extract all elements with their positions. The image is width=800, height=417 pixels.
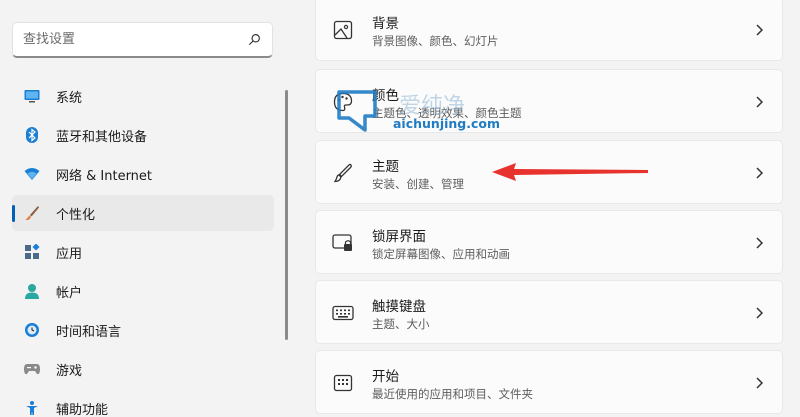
nav-item-label: 时间和语言 bbox=[56, 324, 122, 340]
search-input[interactable] bbox=[23, 32, 246, 47]
card-title: 锁屏界面 bbox=[372, 229, 426, 245]
chevron-right-icon bbox=[756, 377, 764, 389]
card-description: 主题、大小 bbox=[372, 317, 430, 331]
search-icon[interactable] bbox=[246, 32, 262, 48]
start-menu-icon bbox=[332, 372, 354, 394]
card-lock-screen[interactable]: 锁屏界面 锁定屏幕图像、应用和动画 bbox=[315, 210, 783, 274]
bluetooth-icon bbox=[24, 127, 40, 143]
monitor-icon bbox=[24, 88, 40, 104]
nav-item-system[interactable]: 系统 bbox=[12, 78, 274, 114]
nav-item-personalization[interactable]: 个性化 bbox=[12, 195, 274, 231]
account-icon bbox=[24, 283, 40, 299]
nav-item-accessibility[interactable]: 辅助功能 bbox=[12, 390, 274, 417]
nav-item-apps[interactable]: 应用 bbox=[12, 234, 274, 270]
nav-item-accounts[interactable]: 帐户 bbox=[12, 273, 274, 309]
card-touch-keyboard[interactable]: 触摸键盘 主题、大小 bbox=[315, 280, 783, 344]
keyboard-icon bbox=[332, 302, 354, 324]
nav-item-label: 网络 & Internet bbox=[56, 168, 153, 184]
nav-item-label: 游戏 bbox=[56, 363, 83, 379]
accessibility-icon bbox=[24, 400, 40, 416]
card-title: 开始 bbox=[372, 369, 399, 385]
card-title: 主题 bbox=[372, 159, 399, 175]
wifi-icon bbox=[24, 166, 40, 182]
chevron-right-icon bbox=[756, 237, 764, 249]
nav-item-label: 蓝牙和其他设备 bbox=[56, 129, 148, 145]
nav-item-label: 帐户 bbox=[56, 285, 83, 301]
card-description: 安装、创建、管理 bbox=[372, 177, 464, 191]
nav-item-bluetooth[interactable]: 蓝牙和其他设备 bbox=[12, 117, 274, 153]
annotation-arrow bbox=[492, 163, 648, 181]
selection-indicator bbox=[12, 205, 15, 222]
card-description: 背景图像、颜色、幻灯片 bbox=[372, 34, 499, 48]
chevron-right-icon bbox=[756, 96, 764, 108]
nav-item-label: 辅助功能 bbox=[56, 402, 109, 417]
gamepad-icon bbox=[24, 361, 40, 377]
lock-screen-icon bbox=[332, 232, 354, 254]
nav-item-time-language[interactable]: 时间和语言 bbox=[12, 312, 274, 348]
globe-clock-icon bbox=[24, 322, 40, 338]
card-title: 触摸键盘 bbox=[372, 299, 426, 315]
card-background[interactable]: 背景 背景图像、颜色、幻灯片 bbox=[315, 0, 783, 61]
nav-scrollbar[interactable] bbox=[285, 90, 288, 340]
nav-item-gaming[interactable]: 游戏 bbox=[12, 351, 274, 387]
palette-icon bbox=[332, 91, 354, 113]
card-description: 锁定屏幕图像、应用和动画 bbox=[372, 247, 510, 261]
card-title: 背景 bbox=[372, 16, 399, 32]
card-colors[interactable]: 颜色 主题色、透明效果、颜色主题 bbox=[315, 69, 783, 133]
chevron-right-icon bbox=[756, 24, 764, 36]
brush-icon bbox=[332, 162, 354, 184]
chevron-right-icon bbox=[756, 307, 764, 319]
card-start[interactable]: 开始 最近使用的应用和项目、文件夹 bbox=[315, 350, 783, 414]
card-title: 颜色 bbox=[372, 88, 399, 104]
search-box[interactable] bbox=[12, 22, 273, 58]
nav-item-label: 应用 bbox=[56, 246, 83, 262]
card-description: 最近使用的应用和项目、文件夹 bbox=[372, 387, 533, 401]
chevron-right-icon bbox=[756, 167, 764, 179]
image-icon bbox=[332, 19, 354, 41]
card-description: 主题色、透明效果、颜色主题 bbox=[372, 106, 522, 120]
nav-item-network[interactable]: 网络 & Internet bbox=[12, 156, 274, 192]
nav-item-label: 系统 bbox=[56, 90, 83, 106]
brush-icon bbox=[24, 205, 40, 221]
apps-icon bbox=[24, 244, 40, 260]
nav-item-label: 个性化 bbox=[56, 207, 96, 223]
